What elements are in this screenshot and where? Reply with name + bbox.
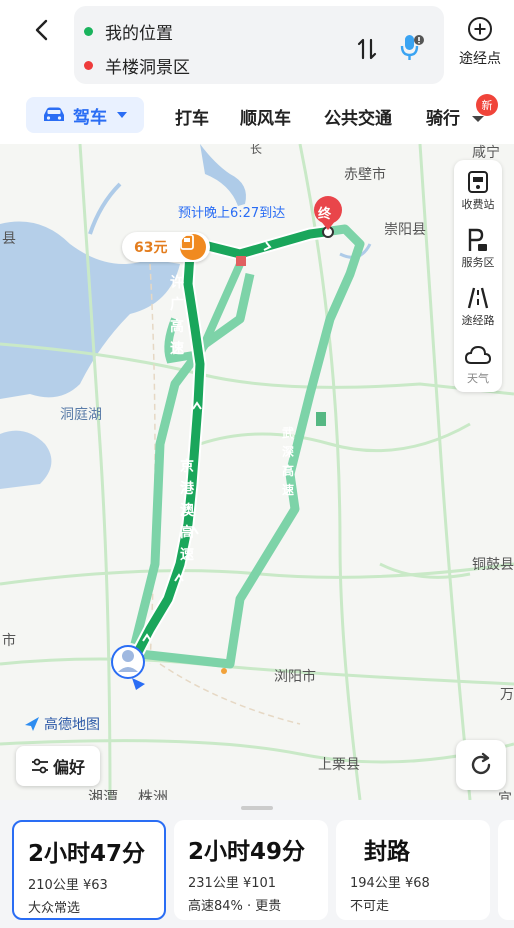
car-icon: [44, 107, 64, 121]
transport-mode-tabs: 驾车 打车 顺风车 公共交通 骑行: [0, 96, 514, 136]
weather-cloud-icon: [454, 342, 502, 370]
refresh-button[interactable]: [456, 740, 506, 790]
weather-tool[interactable]: 天气: [454, 342, 502, 386]
route-tag: 不可走: [350, 899, 390, 914]
place-label: 浏阳市: [274, 669, 316, 685]
road-label-wushen: 武深高速: [282, 426, 295, 497]
toll-station-label: 收费站: [461, 198, 495, 211]
toll-price-text: 63元: [134, 240, 168, 256]
route-distance-cost: 231公里 ¥101: [188, 876, 277, 891]
weather-label: 天气: [467, 372, 489, 385]
road-label-jinggangao: 京港澳高速: [180, 459, 194, 563]
origin-row[interactable]: 我的位置: [84, 18, 173, 44]
route-road-tool[interactable]: 途经路: [454, 284, 502, 328]
route-option-card-2[interactable]: 2小时49分 231公里 ¥101 高速84% · 更贵: [174, 820, 328, 920]
route-distance-cost: 210公里 ¥63: [28, 878, 108, 893]
route-option-card-3[interactable]: 封路 194公里 ¥68 不可走: [336, 820, 490, 920]
route-duration: 2小时47分: [28, 841, 146, 867]
add-waypoint-button[interactable]: 途经点: [452, 16, 508, 76]
destination-row[interactable]: 羊楼洞景区: [84, 52, 190, 78]
route-input-box: 我的位置 羊楼洞景区: [74, 6, 444, 84]
back-button[interactable]: [22, 10, 62, 50]
toll-station-icon: [454, 168, 502, 196]
toll-station-tool[interactable]: 收费站: [454, 168, 502, 212]
tab-transit[interactable]: 公共交通: [324, 104, 392, 129]
sliders-icon: [31, 758, 48, 774]
sheet-drag-handle[interactable]: [241, 806, 273, 810]
place-label: 株洲: [138, 788, 169, 800]
microphone-icon: [400, 35, 424, 60]
route-duration: 封路: [364, 839, 410, 865]
origin-text: 我的位置: [105, 23, 173, 44]
place-label: 宜: [498, 791, 512, 800]
place-label: 崇阳县: [384, 222, 426, 238]
route-planner-screen: 我的位置 羊楼洞景区 途经点 驾车 打车 顺风车 公共交通 骑行 新 63元 终…: [0, 0, 514, 928]
place-label: 县: [2, 231, 16, 247]
refresh-icon: [471, 752, 491, 775]
origin-dot-icon: [84, 26, 93, 36]
place-label: 万: [500, 687, 514, 703]
tab-drive[interactable]: 驾车: [26, 97, 144, 133]
route-option-card-1[interactable]: 2小时47分 210公里 ¥63 大众常选: [12, 820, 166, 920]
map-tools-panel: 收费站 服务区 途经路 天气: [454, 160, 502, 392]
place-label: 湘潭: [88, 788, 119, 800]
congestion-segment: [236, 256, 246, 266]
toll-price-badge[interactable]: 63元: [122, 232, 210, 262]
route-road-icon: [454, 284, 502, 312]
tab-carpool[interactable]: 顺风车: [240, 104, 291, 129]
route-tag: 高速84% · 更贵: [188, 899, 282, 914]
route-segment: [316, 412, 326, 426]
service-area-tool[interactable]: 服务区: [454, 226, 502, 270]
map-view[interactable]: 63元 终 预计晚上6:27到达 咸宁 赤壁市 崇阳县 洞庭湖 铜鼓县 浏阳市 …: [0, 144, 514, 800]
swap-arrows-icon: [357, 38, 377, 60]
place-label: 洞庭湖: [60, 407, 102, 423]
back-arrow-icon: [35, 19, 48, 41]
route-distance-cost: 194公里 ¥68: [350, 876, 430, 891]
amap-logo-icon: [25, 717, 39, 731]
preference-label: 偏好: [52, 758, 85, 777]
road-label-xuguang: 许广高速: [170, 275, 184, 357]
place-label: 市: [2, 633, 16, 649]
caret-down-icon: [117, 112, 127, 118]
tab-taxi[interactable]: 打车: [175, 104, 209, 129]
place-label: 赤壁市: [344, 167, 386, 183]
tab-drive-label: 驾车: [73, 107, 107, 128]
destination-dot-icon: [84, 60, 93, 70]
amap-logo: 高德地图: [24, 714, 100, 734]
route-tag: 大众常选: [28, 901, 81, 916]
place-label: 上栗县: [318, 757, 360, 773]
service-area-icon: [454, 226, 502, 254]
preference-button[interactable]: 偏好: [16, 746, 100, 786]
toll-gate-icon: [180, 234, 206, 260]
tab-bike[interactable]: 骑行: [426, 104, 462, 129]
route-road-label: 途经路: [461, 314, 495, 327]
end-marker-text: 终: [318, 207, 332, 222]
swap-button[interactable]: [352, 34, 382, 64]
map-canvas: [0, 144, 514, 800]
plus-circle-icon: [468, 17, 492, 41]
service-area-label: 服务区: [461, 256, 495, 269]
place-label: 长: [250, 144, 263, 156]
route-duration: 2小时49分: [188, 839, 306, 865]
destination-text: 羊楼洞景区: [105, 57, 190, 78]
arrival-time-label: 预计晚上6:27到达: [178, 206, 286, 221]
waypoint-label: 途经点: [459, 51, 501, 67]
route-option-card-peek[interactable]: [498, 820, 514, 920]
voice-input-button[interactable]: [394, 30, 428, 64]
new-badge: 新: [476, 94, 498, 116]
amap-logo-text: 高德地图: [44, 717, 100, 733]
place-label: 铜鼓县: [472, 557, 514, 573]
